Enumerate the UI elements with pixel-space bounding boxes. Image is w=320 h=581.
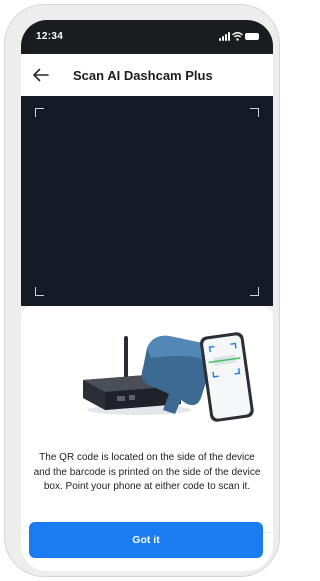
app-header: Scan AI Dashcam Plus bbox=[21, 54, 273, 96]
phone-screen: 12:34 Scan AI Dashcam Plus The QR code i… bbox=[21, 20, 273, 571]
signal-icon bbox=[219, 32, 231, 41]
device-scan-illustration bbox=[83, 332, 254, 422]
scan-corner-top-right bbox=[250, 108, 259, 117]
instruction-text: The QR code is located on the side of th… bbox=[33, 452, 261, 492]
battery-icon bbox=[245, 33, 259, 40]
wifi-icon bbox=[232, 32, 243, 41]
scan-corner-bottom-left bbox=[35, 287, 44, 296]
scanner-viewfinder bbox=[21, 96, 273, 306]
status-icons bbox=[219, 32, 259, 42]
scan-corner-top-left bbox=[35, 108, 44, 117]
status-time: 12:34 bbox=[36, 31, 64, 42]
page-title: Scan AI Dashcam Plus bbox=[73, 68, 213, 83]
scan-corner-bottom-right bbox=[250, 287, 259, 296]
status-bar: 12:34 bbox=[21, 20, 273, 54]
arrow-left-icon[interactable] bbox=[31, 65, 51, 85]
got-it-button[interactable]: Got it bbox=[29, 522, 263, 558]
